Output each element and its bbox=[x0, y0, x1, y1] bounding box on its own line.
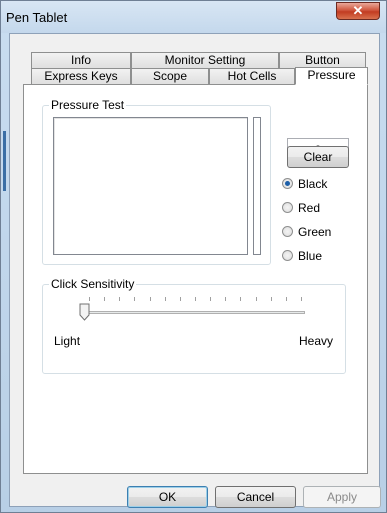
close-icon: ✕ bbox=[352, 3, 364, 18]
tab-label: Monitor Setting bbox=[164, 53, 246, 67]
cancel-button[interactable]: Cancel bbox=[215, 486, 296, 508]
tab-label: Pressure bbox=[307, 68, 356, 82]
cancel-button-label: Cancel bbox=[236, 490, 275, 504]
pen-tablet-window: Pen Tablet ✕ Info Monitor Setting Button… bbox=[0, 0, 387, 513]
slider-tick bbox=[134, 297, 136, 301]
tab-hot-cells[interactable]: Hot Cells bbox=[209, 68, 295, 84]
pressure-level-meter bbox=[253, 117, 261, 255]
click-sensitivity-label: Click Sensitivity bbox=[49, 277, 137, 291]
click-sensitivity-slider-track[interactable] bbox=[85, 311, 305, 314]
tab-label: Express Keys bbox=[44, 69, 118, 83]
radio-label: Blue bbox=[298, 249, 323, 263]
ok-button-label: OK bbox=[158, 490, 177, 504]
click-sensitivity-slider-thumb[interactable] bbox=[79, 303, 90, 321]
ok-button[interactable]: OK bbox=[127, 486, 208, 508]
tab-express-keys[interactable]: Express Keys bbox=[31, 68, 131, 84]
tab-label: Scope bbox=[152, 69, 188, 83]
tab-label: Hot Cells bbox=[227, 69, 277, 83]
radio-indicator[interactable] bbox=[282, 202, 293, 213]
tab-info[interactable]: Info bbox=[31, 52, 131, 68]
slider-tick bbox=[149, 297, 151, 301]
window-title: Pen Tablet bbox=[6, 10, 68, 25]
close-button[interactable]: ✕ bbox=[336, 2, 380, 20]
slider-tick bbox=[179, 297, 181, 301]
slider-tick bbox=[285, 297, 287, 301]
radio-indicator[interactable] bbox=[282, 250, 293, 261]
window-edge-accent bbox=[3, 131, 6, 191]
radio-label: Red bbox=[298, 201, 321, 215]
slider-tick bbox=[119, 297, 121, 301]
slider-tick bbox=[270, 297, 272, 301]
slider-tick bbox=[225, 297, 227, 301]
slider-tick bbox=[104, 297, 106, 301]
slider-tick bbox=[255, 297, 257, 301]
slider-tick bbox=[164, 297, 166, 301]
apply-button-label: Apply bbox=[326, 490, 358, 504]
clear-button[interactable]: Clear bbox=[287, 146, 349, 168]
pressure-test-canvas[interactable] bbox=[53, 117, 248, 255]
clear-button-label: Clear bbox=[303, 150, 333, 164]
slider-tick bbox=[89, 297, 90, 301]
slider-min-label: Light bbox=[54, 334, 81, 348]
slider-tick bbox=[210, 297, 212, 301]
apply-button[interactable]: Apply bbox=[303, 486, 381, 508]
tab-scope[interactable]: Scope bbox=[131, 68, 209, 84]
tab-button[interactable]: Button bbox=[279, 52, 366, 68]
tab-monitor-setting[interactable]: Monitor Setting bbox=[131, 52, 279, 68]
radio-indicator[interactable] bbox=[282, 178, 293, 189]
slider-tick bbox=[195, 297, 196, 301]
tab-label: Button bbox=[305, 53, 340, 67]
title-bar[interactable]: Pen Tablet ✕ bbox=[1, 1, 386, 33]
tab-pressure[interactable]: Pressure bbox=[295, 67, 368, 85]
slider-tick bbox=[301, 297, 302, 301]
radio-label: Green bbox=[298, 225, 332, 239]
slider-max-label: Heavy bbox=[299, 334, 334, 348]
radio-indicator[interactable] bbox=[282, 226, 293, 237]
pressure-test-label: Pressure Test bbox=[49, 98, 127, 112]
slider-tick bbox=[240, 297, 242, 301]
tab-label: Info bbox=[70, 53, 91, 67]
radio-label: Black bbox=[298, 177, 328, 191]
